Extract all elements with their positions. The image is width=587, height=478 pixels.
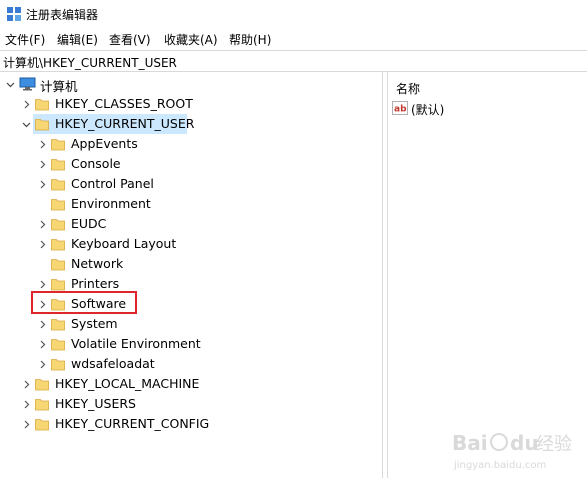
tree-item-hkey-current-config[interactable]: HKEY_CURRENT_CONFIG (0, 414, 380, 434)
tree-label: wdsafeloadat (71, 356, 155, 371)
menu-edit[interactable]: 编辑(E) (57, 31, 98, 48)
folder-icon (35, 417, 49, 431)
chevron-right-icon[interactable] (37, 354, 47, 374)
svg-text:Bai: Bai (452, 431, 488, 455)
folder-icon (51, 317, 65, 331)
svg-text:jingyan.baidu.com: jingyan.baidu.com (453, 460, 546, 471)
tree-label: HKEY_CLASSES_ROOT (55, 96, 193, 111)
folder-icon (35, 97, 49, 111)
tree-item-console[interactable]: Console (0, 154, 380, 174)
tree-label: HKEY_USERS (55, 396, 136, 411)
folder-icon (35, 397, 49, 411)
chevron-right-icon[interactable] (21, 94, 31, 114)
tree-item-appevents[interactable]: AppEvents (0, 134, 380, 154)
tree-label: HKEY_CURRENT_USER (55, 116, 195, 131)
chevron-right-icon[interactable] (21, 414, 31, 434)
tree-item-hkey-users[interactable]: HKEY_USERS (0, 394, 380, 414)
folder-icon (51, 257, 65, 271)
menu-favorites[interactable]: 收藏夹(A) (164, 31, 218, 48)
chevron-right-icon[interactable] (21, 394, 31, 414)
values-list-pane[interactable]: 名称 ab (默认) (388, 72, 587, 478)
window-title: 注册表编辑器 (26, 8, 99, 22)
tree-label: HKEY_CURRENT_CONFIG (55, 416, 210, 431)
tree-label: Network (71, 256, 124, 271)
folder-icon (35, 377, 49, 391)
chevron-down-icon[interactable] (21, 114, 31, 134)
tree-label: System (71, 316, 118, 331)
tree-label: Environment (71, 196, 151, 211)
menu-file[interactable]: 文件(F) (5, 31, 45, 48)
address-path[interactable]: 计算机\HKEY_CURRENT_USER (3, 54, 177, 71)
chevron-down-icon[interactable] (5, 74, 15, 94)
tree-label: Control Panel (71, 176, 154, 191)
chevron-right-icon[interactable] (37, 234, 47, 254)
folder-icon (51, 217, 65, 231)
tree-item-keyboard-layout[interactable]: Keyboard Layout (0, 234, 380, 254)
address-bar[interactable]: 计算机\HKEY_CURRENT_USER (0, 50, 587, 72)
chevron-right-icon[interactable] (37, 314, 47, 334)
tree-item-control-panel[interactable]: Control Panel (0, 174, 380, 194)
tree-item-wdsafeloadat[interactable]: wdsafeloadat (0, 354, 380, 374)
tree-label: EUDC (71, 216, 107, 231)
folder-icon (51, 177, 65, 191)
computer-icon (19, 77, 36, 91)
menu-help[interactable]: 帮助(H) (229, 31, 271, 48)
svg-text:ab: ab (394, 105, 407, 115)
folder-icon (51, 157, 65, 171)
tree-item-volatile-environment[interactable]: Volatile Environment (0, 334, 380, 354)
chevron-right-icon[interactable] (21, 374, 31, 394)
chevron-right-icon[interactable] (37, 214, 47, 234)
tree-item-eudc[interactable]: EUDC (0, 214, 380, 234)
menu-view[interactable]: 查看(V) (109, 31, 151, 48)
title-bar: 注册表编辑器 (0, 0, 587, 28)
folder-icon (51, 137, 65, 151)
tree-label: Volatile Environment (71, 336, 201, 351)
folder-icon (51, 337, 65, 351)
svg-text:du: du (510, 431, 539, 455)
chevron-right-icon[interactable] (37, 134, 47, 154)
svg-text:经验: 经验 (536, 434, 572, 455)
tree-item-hkey-local-machine[interactable]: HKEY_LOCAL_MACHINE (0, 374, 380, 394)
tree-label: Printers (71, 276, 120, 291)
string-value-icon: ab (392, 101, 408, 115)
folder-icon (51, 277, 65, 291)
chevron-right-icon[interactable] (37, 174, 47, 194)
tree-label: Console (71, 156, 121, 171)
chevron-right-icon[interactable] (37, 334, 47, 354)
tree-item-computer[interactable]: 计算机 (0, 74, 380, 94)
chevron-right-icon[interactable] (37, 154, 47, 174)
tree-item-system[interactable]: System (0, 314, 380, 334)
baidu-logo: Bai du 经验 jingyan.baidu.com (452, 431, 572, 471)
software-highlight-box (31, 291, 137, 314)
tree-label: Keyboard Layout (71, 236, 177, 251)
tree-item-hkey-classes-root[interactable]: HKEY_CLASSES_ROOT (0, 94, 380, 114)
tree-item-environment[interactable]: Environment (0, 194, 380, 214)
tree-label: 计算机 (40, 79, 78, 94)
tree-item-network[interactable]: Network (0, 254, 380, 274)
folder-icon (51, 357, 65, 371)
baidu-watermark: Bai du 经验 jingyan.baidu.com (452, 424, 582, 474)
folder-open-icon (35, 117, 49, 131)
menu-bar: 文件(F) 编辑(E) 查看(V) 收藏夹(A) 帮助(H) (0, 28, 587, 50)
folder-icon (51, 237, 65, 251)
value-name: (默认) (411, 103, 445, 117)
regedit-app-icon (7, 7, 21, 21)
tree-label: HKEY_LOCAL_MACHINE (55, 376, 200, 391)
folder-icon (51, 197, 65, 211)
tree-pane[interactable]: 计算机 HKEY_CLASSES_ROOT HKEY_CURRENT_USER … (0, 72, 382, 478)
tree-label: AppEvents (71, 136, 138, 151)
tree-item-hkey-current-user[interactable]: HKEY_CURRENT_USER (0, 114, 380, 134)
column-header-name[interactable]: 名称 (396, 80, 420, 97)
